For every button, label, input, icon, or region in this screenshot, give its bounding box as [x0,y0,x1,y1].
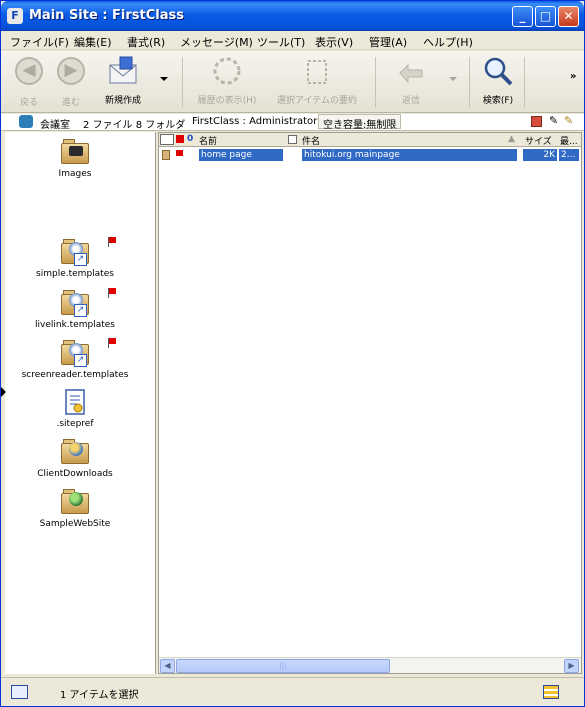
shortcut-arrow-icon: ↗ [74,253,87,266]
menu-bar: ファイル(F) 編集(E) 書式(R) メッセージ(M) ツール(T) 表示(V… [1,31,584,50]
user-label: FirstClass : Administrator [192,116,318,127]
column-size[interactable]: サイズ [525,134,552,147]
document-icon [61,388,89,415]
chevron-down-icon [449,77,457,81]
toolbar: ◀ 戻る ▶ 進む 新規作成 履歴の表示(H) 選択アイテムの要約 返信 検索(… [1,51,584,113]
column-last[interactable]: 最... [560,134,578,147]
magnifier-icon [477,55,519,87]
folder-item[interactable]: ClientDownloads [20,438,130,479]
folder-item[interactable]: .sitepref [20,388,130,429]
new-dropdown-button[interactable] [160,55,172,81]
menu-edit[interactable]: 編集(E) [74,34,112,50]
folder-item[interactable]: SampleWebSite [20,488,130,529]
view-toggle-icon[interactable] [160,134,174,145]
globe-folder-icon [61,488,89,514]
red-flag-icon [176,150,183,156]
item-counts: 2 ファイル 8 フォルダ [83,120,186,131]
chevron-down-icon [160,77,168,81]
camera-folder-icon [61,138,89,164]
column-subject[interactable]: 件名 [302,134,320,147]
back-arrow-icon: ◀ [11,57,47,89]
forward-arrow-icon: ▶ [53,57,89,89]
app-window: F Main Site : FirstClass _ □ ✕ ファイル(F) 編… [0,0,585,707]
new-button[interactable]: 新規作成 [97,55,149,106]
status-bar: 1 アイテムを選択 [1,677,584,706]
list-view-icon[interactable] [543,685,559,699]
red-flag-icon [108,338,116,348]
cell-subject: hitokui.org mainpage [302,149,517,161]
folder-icon-view: Images ↗ simple.templates ↗ livelink.tem… [5,132,156,674]
toolbar-separator [469,57,470,107]
table-row[interactable]: home page hitokui.org mainpage 2K 2... [159,149,581,161]
search-button[interactable]: 検索(F) [477,55,519,106]
page-icon [162,150,170,160]
folder-item[interactable]: ↗ simple.templates [20,237,130,279]
sort-ascending-icon[interactable]: ▲ [508,134,515,144]
brush-icon[interactable]: ✎ [564,114,573,127]
minimize-button[interactable]: _ [512,6,533,27]
red-flag-icon [108,237,116,247]
menu-format[interactable]: 書式(R) [127,34,165,50]
menu-message[interactable]: メッセージ(M) [180,34,253,50]
location-label: 会議室 [40,120,70,131]
menu-tools[interactable]: ツール(T) [257,34,305,50]
scroll-thumb[interactable]: ||| [176,659,390,673]
reply-button[interactable]: 返信 [391,55,431,106]
shortcut-arrow-icon: ↗ [74,354,87,367]
scroll-left-button[interactable]: ◀ [160,659,175,673]
horizontal-scrollbar[interactable]: ◀ ||| ▶ [159,657,581,673]
reply-dropdown-button[interactable] [449,55,461,81]
shortcut-arrow-icon: ↗ [74,304,87,317]
subject-column-icon[interactable] [288,135,297,144]
cell-name: home page [199,149,283,161]
maximize-button[interactable]: □ [535,6,556,27]
menu-file[interactable]: ファイル(F) [10,34,69,50]
back-button[interactable]: ◀ 戻る [11,55,47,108]
pencil-icon[interactable]: ✎ [549,114,558,127]
close-button[interactable]: ✕ [558,6,579,27]
toggle-pane-icon[interactable] [11,685,28,699]
scroll-right-button[interactable]: ▶ [564,659,579,673]
windows-icon[interactable] [531,116,542,127]
list-header: 0 名前 件名 ▲ サイズ 最... [159,133,581,147]
summary-button[interactable]: 選択アイテムの要約 [269,55,365,106]
red-flag-icon [108,288,116,298]
new-envelope-icon [97,55,149,87]
menu-help[interactable]: ヘルプ(H) [423,34,473,50]
pane-collapse-arrow-icon[interactable] [1,387,6,397]
title-bar[interactable]: F Main Site : FirstClass _ □ ✕ [1,1,584,31]
status-text: 1 アイテムを選択 [60,690,139,701]
file-list-view: 0 名前 件名 ▲ サイズ 最... home page hitokui.org… [158,132,582,674]
menu-admin[interactable]: 管理(A) [369,34,407,50]
firstclass-app-icon[interactable]: F [7,8,23,24]
attachment-column-icon[interactable]: 0 [187,134,193,144]
toolbar-separator [375,57,376,107]
info-bar: 会議室 2 ファイル 8 フォルダ FirstClass : Administr… [1,114,584,131]
free-space-label: 空き容量:無制限 [318,114,402,131]
toolbar-separator [182,57,183,107]
conference-icon [19,115,33,128]
cell-size: 2K [523,149,557,161]
folder-item[interactable]: ↗ livelink.templates [20,288,130,330]
window-title: Main Site : FirstClass [29,8,184,23]
toolbar-overflow-icon[interactable]: » [570,71,576,82]
history-icon [191,55,263,87]
template-folder-icon: ↗ [61,289,89,317]
reply-arrow-icon [391,55,431,87]
summary-icon [269,55,365,87]
flag-column-icon[interactable] [176,135,184,143]
template-folder-icon: ↗ [61,339,89,367]
history-button[interactable]: 履歴の表示(H) [191,55,263,106]
template-folder-icon: ↗ [61,238,89,266]
toolbar-separator [524,57,525,107]
folder-item[interactable]: ↗ screenreader.templates [20,338,130,380]
menu-view[interactable]: 表示(V) [315,34,353,50]
forward-button[interactable]: ▶ 進む [53,55,89,108]
cell-last: 2... [559,149,579,161]
folder-item[interactable]: Images [20,138,130,179]
column-name[interactable]: 名前 [199,134,217,147]
globe-folder-icon [61,438,89,464]
